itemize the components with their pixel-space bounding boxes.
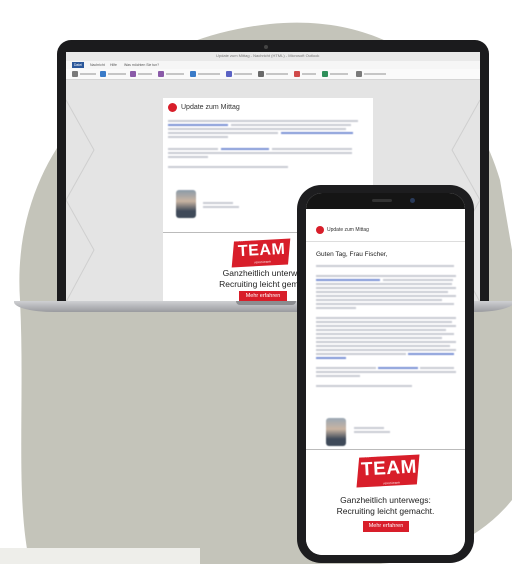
banner-line-2: Recruiting leicht gemacht. [336,506,435,516]
ribbon-label [198,73,220,75]
move-icon[interactable] [258,71,264,77]
body-text-line [168,156,208,158]
body-text-line [316,371,456,373]
body-link[interactable] [281,132,353,134]
ribbon-label [302,73,316,75]
body-text-line [168,166,288,168]
body-text-line [168,120,358,122]
body-text-line [316,283,452,285]
tell-me-search[interactable]: Was möchten Sie tun? [124,62,159,68]
body-link[interactable] [221,148,269,150]
body-text-line [316,275,456,277]
body-text-line [168,136,228,138]
body-text-line [316,341,456,343]
body-text-line [316,295,456,297]
body-text-line [316,345,450,347]
body-text-line [231,124,351,126]
body-text-line [168,132,278,134]
reply-icon[interactable] [130,71,136,77]
body-link[interactable] [168,124,228,126]
laptop-camera [264,45,268,49]
body-text-line [316,317,456,319]
body-text-line [316,291,448,293]
sender-photo [326,418,346,446]
archive-icon[interactable] [100,71,106,77]
delete-icon[interactable] [72,71,78,77]
footer-strip [0,548,200,564]
team-icon[interactable] [226,71,232,77]
sender-photo [176,190,196,218]
body-text-line [420,367,454,369]
body-text-line [316,307,356,309]
phone-status-bar [306,193,465,209]
signature-line [203,206,239,208]
body-link[interactable] [316,279,380,281]
body-text-line [316,299,442,301]
header-divider [306,241,465,242]
ribbon-label [108,73,126,75]
body-text-line [316,367,376,369]
tab-message[interactable]: Nachricht [90,62,105,68]
body-text-line [316,325,456,327]
ribbon-label [330,73,348,75]
phone-front-camera [410,198,415,203]
team-logo-icon [168,103,177,112]
signature-line [354,427,384,429]
phone-screen: Update zum Mittag Guten Tag, Frau Fische… [306,193,465,555]
body-text-line [316,375,360,377]
window-title: Update zum Mittag - Nachricht (HTML) - M… [216,53,320,58]
phone-speaker [372,199,392,202]
body-text-line [316,265,454,267]
body-text-line [316,321,452,323]
body-text-line [168,128,346,130]
body-text-line [168,148,218,150]
body-text-line [316,329,446,331]
ribbon-label [166,73,184,75]
banner-line-1: Ganzheitlich unterwegs: [340,495,431,505]
tag-icon[interactable] [294,71,300,77]
team-logo-icon [316,226,324,234]
forward-icon[interactable] [190,71,196,77]
laptop-notch [236,301,296,305]
body-link[interactable] [408,353,454,355]
signature-line [354,431,390,433]
email-greeting: Guten Tag, Frau Fischer, [316,251,388,258]
body-text-line [316,287,456,289]
body-text-line [316,385,412,387]
body-link[interactable] [378,367,418,369]
tab-help[interactable]: Hilfe [110,62,117,68]
body-link[interactable] [316,357,346,359]
tab-file[interactable]: Datei [72,62,84,68]
ribbon-label [266,73,288,75]
zoom-icon[interactable] [356,71,362,77]
body-text-line [316,337,442,339]
reply-all-icon[interactable] [158,71,164,77]
outlook-titlebar: Update zum Mittag - Nachricht (HTML) - M… [66,52,480,61]
ribbon-label [138,73,152,75]
logo-text: TEAM [360,456,418,481]
learn-more-button[interactable]: Mehr erfahren [363,521,409,532]
signature-line [203,202,233,204]
ribbon-label [364,73,386,75]
translate-icon[interactable] [322,71,328,77]
body-text-line [316,333,454,335]
email-header-title: Update zum Mittag [327,227,369,233]
body-text-line [316,349,456,351]
ribbon-label [234,73,252,75]
body-text-line [383,279,453,281]
body-text-line [168,152,352,154]
body-text-line [316,353,406,355]
email-title: Update zum Mittag [181,104,240,111]
logo-text: TEAM [237,240,286,261]
ribbon-label [80,73,96,75]
body-text-line [316,303,454,305]
body-text-line [272,148,352,150]
